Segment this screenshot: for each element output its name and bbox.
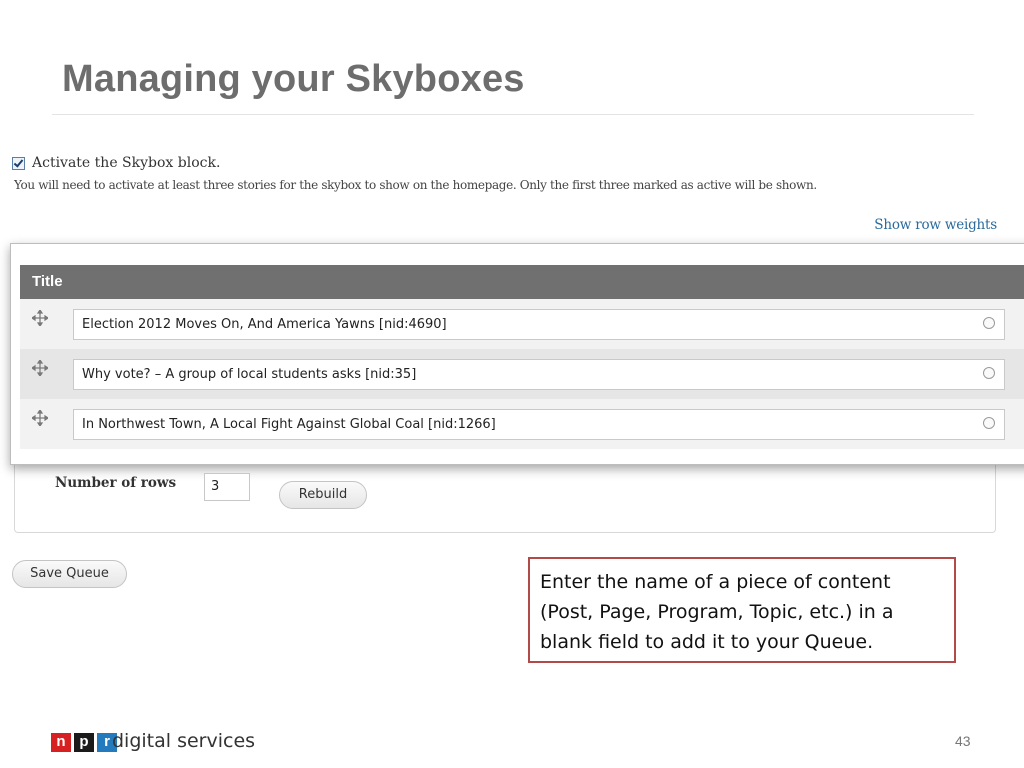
rebuild-button[interactable]: Rebuild [279, 481, 367, 509]
node-title-value: In Northwest Town, A Local Fight Against… [82, 417, 496, 432]
move-arrows-icon[interactable] [30, 358, 50, 378]
table-row: Why vote? – A group of local students as… [20, 349, 1024, 399]
node-title-input[interactable]: Election 2012 Moves On, And America Yawn… [73, 309, 1005, 340]
node-title-value: Why vote? – A group of local students as… [82, 367, 417, 382]
table-header-title[interactable]: Title [20, 265, 1024, 299]
throbber-circle-icon [983, 417, 995, 429]
npr-logo-p: p [74, 733, 94, 752]
npr-logo: n p r [51, 733, 120, 752]
instruction-callout: Enter the name of a piece of content (Po… [528, 557, 956, 663]
title-divider [52, 114, 974, 115]
throbber-circle-icon [983, 367, 995, 379]
show-row-weights-link[interactable]: Show row weights [874, 217, 997, 233]
number-of-rows-label: Number of rows [55, 475, 177, 491]
table-row: Election 2012 Moves On, And America Yawn… [20, 299, 1024, 349]
save-queue-button[interactable]: Save Queue [12, 560, 127, 588]
activate-skybox-row: Activate the Skybox block. [12, 155, 220, 171]
move-arrows-icon[interactable] [30, 308, 50, 328]
node-title-value: Election 2012 Moves On, And America Yawn… [82, 317, 447, 332]
activate-help-text: You will need to activate at least three… [14, 178, 817, 192]
slide-title: Managing your Skyboxes [62, 58, 525, 100]
node-title-input[interactable]: In Northwest Town, A Local Fight Against… [73, 409, 1005, 440]
throbber-circle-icon [983, 317, 995, 329]
move-arrows-icon[interactable] [30, 408, 50, 428]
table-row: In Northwest Town, A Local Fight Against… [20, 399, 1024, 449]
queue-table-panel: Title Election 2012 Moves On, And Americ… [10, 243, 1024, 465]
activate-skybox-label[interactable]: Activate the Skybox block. [32, 155, 220, 171]
number-of-rows-input[interactable]: 3 [204, 473, 250, 501]
node-title-input[interactable]: Why vote? – A group of local students as… [73, 359, 1005, 390]
npr-logo-n: n [51, 733, 71, 752]
footer-brand-text: digital services [112, 730, 256, 752]
activate-skybox-checkbox[interactable] [12, 156, 25, 170]
page-number: 43 [955, 733, 971, 749]
